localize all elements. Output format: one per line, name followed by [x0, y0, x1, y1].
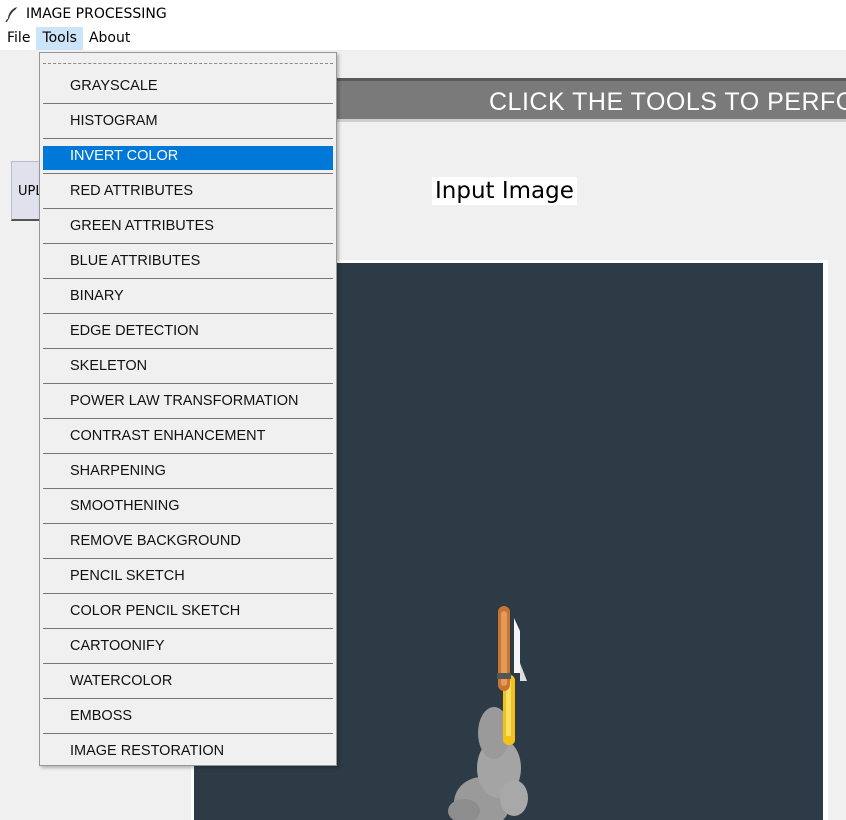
- menu-item-label: SHARPENING: [70, 463, 166, 479]
- menu-item-contrast-enhancement[interactable]: CONTRAST ENHANCEMENT: [43, 419, 333, 454]
- menu-item-label: CARTOONIFY: [70, 638, 165, 654]
- menu-item-label: EDGE DETECTION: [70, 323, 199, 339]
- menu-item-label: RED ATTRIBUTES: [70, 183, 193, 199]
- menu-item-green-attributes[interactable]: GREEN ATTRIBUTES: [43, 209, 333, 244]
- input-image-label: Input Image: [432, 177, 577, 205]
- menu-item-grayscale[interactable]: GRAYSCALE: [43, 69, 333, 104]
- title-bar: IMAGE PROCESSING: [0, 0, 846, 27]
- menu-item-label: PENCIL SKETCH: [70, 568, 185, 584]
- menu-item-label: IMAGE RESTORATION: [70, 743, 225, 759]
- menu-item-label: WATERCOLOR: [70, 673, 173, 689]
- menu-item-binary[interactable]: BINARY: [43, 279, 333, 314]
- menu-item-label: INVERT COLOR: [70, 148, 179, 164]
- tearoff-line[interactable]: [43, 63, 333, 64]
- menu-item-skeleton[interactable]: SKELETON: [43, 349, 333, 384]
- menu-bar: File Tools About: [0, 27, 846, 50]
- menu-item-smoothening[interactable]: SMOOTHENING: [43, 489, 333, 524]
- menu-item-label: SMOOTHENING: [70, 498, 180, 514]
- feather-icon: [5, 6, 19, 22]
- menu-item-label: COLOR PENCIL SKETCH: [70, 603, 241, 619]
- menu-item-label: BLUE ATTRIBUTES: [70, 253, 201, 269]
- menu-about[interactable]: About: [83, 27, 136, 50]
- menu-file[interactable]: File: [0, 27, 36, 50]
- menu-item-histogram[interactable]: HISTOGRAM: [43, 104, 333, 139]
- menu-item-label: GREEN ATTRIBUTES: [70, 218, 214, 234]
- menu-item-sharpening[interactable]: SHARPENING: [43, 454, 333, 489]
- menu-item-power-law-transformation[interactable]: POWER LAW TRANSFORMATION: [43, 384, 333, 419]
- menu-item-invert-color[interactable]: INVERT COLOR: [43, 139, 333, 174]
- menu-item-label: POWER LAW TRANSFORMATION: [70, 393, 299, 409]
- menu-item-color-pencil-sketch[interactable]: COLOR PENCIL SKETCH: [43, 594, 333, 629]
- menu-item-watercolor[interactable]: WATERCOLOR: [43, 664, 333, 699]
- menu-item-label: CONTRAST ENHANCEMENT: [70, 428, 266, 444]
- instruction-banner: CLICK THE TOOLS TO PERFO: [330, 78, 846, 122]
- menu-item-label: EMBOSS: [70, 708, 133, 724]
- menu-item-label: BINARY: [70, 288, 124, 304]
- menu-tools[interactable]: Tools: [36, 27, 83, 50]
- menu-item-label: REMOVE BACKGROUND: [70, 533, 241, 549]
- menu-item-image-restoration[interactable]: IMAGE RESTORATION: [43, 734, 333, 769]
- banner-text: CLICK THE TOOLS TO PERFO: [489, 88, 846, 116]
- menu-item-pencil-sketch[interactable]: PENCIL SKETCH: [43, 559, 333, 594]
- menu-item-emboss[interactable]: EMBOSS: [43, 699, 333, 734]
- tools-dropdown-menu: GRAYSCALE HISTOGRAM INVERT COLOR RED ATTRIB…: [39, 52, 337, 766]
- window-title: IMAGE PROCESSING: [26, 5, 167, 22]
- menu-item-remove-background[interactable]: REMOVE BACKGROUND: [43, 524, 333, 559]
- menu-item-red-attributes[interactable]: RED ATTRIBUTES: [43, 174, 333, 209]
- menu-item-blue-attributes[interactable]: BLUE ATTRIBUTES: [43, 244, 333, 279]
- menu-item-label: GRAYSCALE: [70, 78, 158, 94]
- menu-item-label: HISTOGRAM: [70, 113, 158, 129]
- menu-item-label: SKELETON: [70, 358, 148, 374]
- menu-item-cartoonify[interactable]: CARTOONIFY: [43, 629, 333, 664]
- menu-item-edge-detection[interactable]: EDGE DETECTION: [43, 314, 333, 349]
